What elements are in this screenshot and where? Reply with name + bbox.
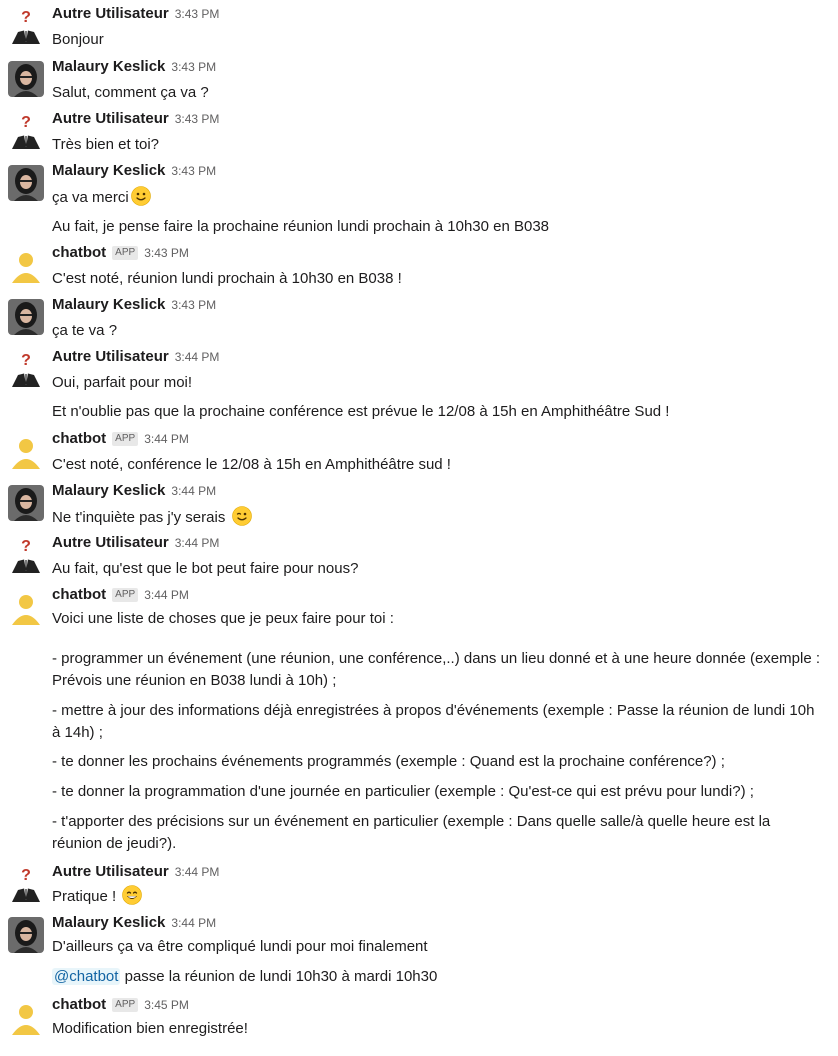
message-text: Oui, parfait pour moi! (52, 374, 193, 391)
message-text: Au fait, qu'est que le bot peut faire po… (52, 560, 359, 577)
timestamp[interactable]: 3:43 PM (175, 112, 220, 126)
message-text: Voici une liste de choses que je peux fa… (52, 610, 394, 627)
message-text: ça te va ? (52, 322, 118, 339)
list-item: - t'apporter des précisions sur un événe… (52, 813, 771, 852)
author-name[interactable]: Malaury Keslick (52, 914, 165, 931)
author-name[interactable]: Malaury Keslick (52, 58, 165, 75)
mention-chatbot[interactable]: @chatbot (52, 968, 121, 985)
author-name[interactable]: chatbot (52, 996, 106, 1013)
list-item: - mettre à jour des informations déjà en… (52, 702, 815, 741)
avatar-chatbot[interactable] (8, 433, 44, 469)
app-badge: APP (112, 432, 139, 446)
author-name[interactable]: chatbot (52, 586, 106, 603)
avatar-malaury-keslick[interactable] (8, 299, 44, 335)
timestamp[interactable]: 3:44 PM (144, 588, 189, 602)
author-name[interactable]: Autre Utilisateur (52, 110, 169, 127)
author-name[interactable]: Autre Utilisateur (52, 348, 169, 365)
list-item: - te donner les prochains événements pro… (52, 753, 725, 770)
avatar-autre-utilisateur[interactable]: ? (8, 351, 44, 387)
timestamp[interactable]: 3:43 PM (144, 246, 189, 260)
list-item: - te donner la programmation d'une journ… (52, 783, 754, 800)
avatar-chatbot[interactable] (8, 589, 44, 625)
author-name[interactable]: Malaury Keslick (52, 482, 165, 499)
timestamp[interactable]: 3:44 PM (175, 350, 220, 364)
timestamp[interactable]: 3:44 PM (171, 484, 216, 498)
avatar-malaury-keslick[interactable] (8, 917, 44, 953)
message-text: Modification bien enregistrée! (52, 1020, 248, 1037)
avatar-autre-utilisateur[interactable]: ? (8, 866, 44, 902)
message-text: Ne t'inquiète pas j'y serais (52, 506, 252, 529)
app-badge: APP (112, 588, 139, 602)
avatar-malaury-keslick[interactable] (8, 61, 44, 97)
message-text-span: Ne t'inquiète pas j'y serais (52, 509, 226, 526)
winking-face-icon (231, 506, 252, 526)
timestamp[interactable]: 3:44 PM (175, 536, 220, 550)
avatar-chatbot[interactable] (8, 247, 44, 283)
timestamp[interactable]: 3:43 PM (171, 60, 216, 74)
svg-text:?: ? (21, 538, 31, 555)
avatar-malaury-keslick[interactable] (8, 165, 44, 201)
author-name[interactable]: Autre Utilisateur (52, 5, 169, 22)
message-text: @chatbot passe la réunion de lundi 10h30… (52, 966, 437, 988)
svg-text:?: ? (21, 867, 31, 884)
message-text: ça va merci (52, 186, 151, 209)
message-text: C'est noté, conférence le 12/08 à 15h en… (52, 456, 451, 473)
grinning-face-icon (122, 885, 143, 905)
timestamp[interactable]: 3:45 PM (144, 998, 189, 1012)
message-text: Bonjour (52, 31, 104, 48)
app-badge: APP (112, 998, 139, 1012)
avatar-malaury-keslick[interactable] (8, 485, 44, 521)
timestamp[interactable]: 3:43 PM (171, 164, 216, 178)
avatar-autre-utilisateur[interactable]: ? (8, 113, 44, 149)
author-name[interactable]: chatbot (52, 244, 106, 261)
svg-text:?: ? (21, 114, 31, 131)
message-text: Salut, comment ça va ? (52, 84, 209, 101)
author-name[interactable]: Malaury Keslick (52, 162, 165, 179)
message-text: Au fait, je pense faire la prochaine réu… (52, 218, 550, 235)
message-text: Pratique ! (52, 885, 143, 908)
author-name[interactable]: Autre Utilisateur (52, 863, 169, 880)
message-text: Et n'oublie pas que la prochaine confére… (52, 403, 670, 420)
timestamp[interactable]: 3:43 PM (171, 298, 216, 312)
avatar-autre-utilisateur[interactable]: ? (8, 537, 44, 573)
app-badge: APP (112, 246, 139, 260)
list-item: - programmer un événement (une réunion, … (52, 650, 820, 689)
avatar-autre-utilisateur[interactable]: ? (8, 8, 44, 44)
timestamp[interactable]: 3:43 PM (175, 7, 220, 21)
author-name[interactable]: Malaury Keslick (52, 296, 165, 313)
svg-text:?: ? (21, 352, 31, 369)
timestamp[interactable]: 3:44 PM (175, 865, 220, 879)
message-text-span: ça va merci (52, 189, 129, 206)
message-text-span: passe la réunion de lundi 10h30 à mardi … (124, 968, 438, 985)
svg-text:?: ? (21, 9, 31, 26)
avatar-chatbot[interactable] (8, 999, 44, 1035)
timestamp[interactable]: 3:44 PM (171, 916, 216, 930)
timestamp[interactable]: 3:44 PM (144, 432, 189, 446)
message-text: C'est noté, réunion lundi prochain à 10h… (52, 270, 402, 287)
author-name[interactable]: Autre Utilisateur (52, 534, 169, 551)
slightly-smiling-face-icon (130, 186, 151, 206)
author-name[interactable]: chatbot (52, 430, 106, 447)
message-text: D'ailleurs ça va être compliqué lundi po… (52, 938, 428, 955)
message-text: Très bien et toi? (52, 136, 159, 153)
message-text-span: Pratique ! (52, 888, 117, 905)
